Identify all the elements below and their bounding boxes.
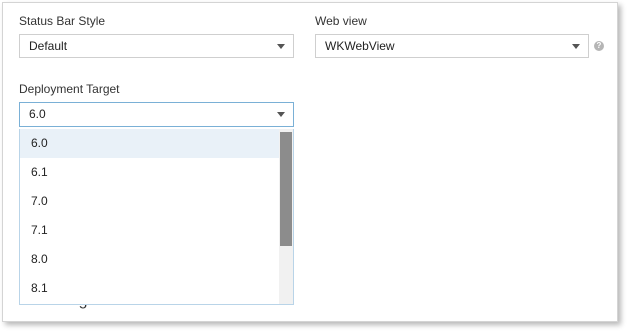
deployment-target-label: Deployment Target <box>19 82 120 96</box>
dropdown-option[interactable]: 7.0 <box>20 187 279 216</box>
status-bar-style-label: Status Bar Style <box>19 14 106 28</box>
deployment-target-dropdown: 6.0 6.1 7.0 7.1 8.0 8.1 <box>19 129 294 305</box>
dropdown-option[interactable]: 8.1 <box>20 274 279 303</box>
scrollbar-thumb[interactable] <box>280 132 292 246</box>
chevron-down-icon <box>572 44 580 49</box>
web-view-value: WKWebView <box>325 39 395 53</box>
dropdown-option[interactable]: 7.1 <box>20 216 279 245</box>
web-view-label: Web view <box>315 14 367 28</box>
deployment-target-select[interactable]: 6.0 <box>19 102 294 127</box>
deployment-target-value: 6.0 <box>29 107 46 121</box>
dropdown-option[interactable]: 6.0 <box>20 129 279 158</box>
chevron-down-icon <box>277 44 285 49</box>
chevron-down-icon <box>277 112 285 117</box>
dropdown-option[interactable]: 8.0 <box>20 245 279 274</box>
dropdown-scrollbar[interactable] <box>279 129 293 304</box>
settings-panel: Status Bar Style Default Web view WKWebV… <box>2 2 618 322</box>
status-bar-style-value: Default <box>29 39 68 53</box>
help-icon[interactable]: ? <box>594 41 604 51</box>
status-bar-style-select[interactable]: Default <box>19 34 294 58</box>
dropdown-option[interactable]: 6.1 <box>20 158 279 187</box>
web-view-select[interactable]: WKWebView <box>315 34 589 58</box>
